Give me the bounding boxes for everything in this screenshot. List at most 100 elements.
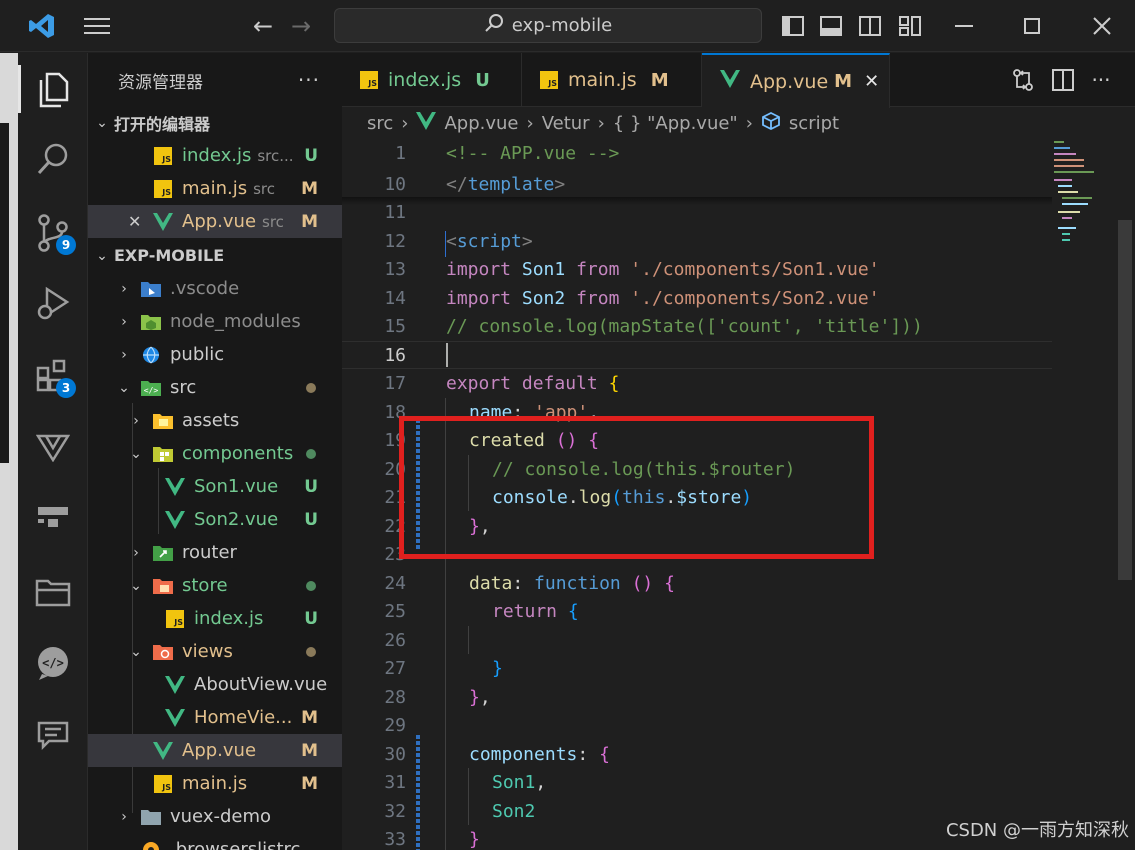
toggle-panel-icon[interactable] bbox=[819, 14, 843, 38]
split-editor-icon[interactable] bbox=[1050, 67, 1076, 93]
open-editor-item-active[interactable]: ✕ App.vue src M bbox=[88, 205, 342, 238]
vue-file-icon bbox=[720, 70, 740, 93]
back-arrow-icon[interactable]: ← bbox=[248, 12, 278, 40]
extensions-badge: 3 bbox=[56, 378, 76, 398]
close-editor-icon[interactable]: ✕ bbox=[128, 212, 146, 231]
code-line: 31 Son1, bbox=[384, 771, 547, 793]
chevron-right-icon: › bbox=[121, 346, 127, 363]
dirty-diff-gutter bbox=[416, 735, 420, 850]
tree-folder[interactable]: › assets bbox=[88, 404, 342, 437]
chevron-down-icon: ⌄ bbox=[96, 247, 108, 264]
indent-guide bbox=[445, 231, 446, 257]
vuex-devtools-icon[interactable] bbox=[18, 419, 88, 475]
toggle-secondary-sidebar-icon[interactable] bbox=[858, 14, 882, 38]
forward-arrow-icon[interactable]: → bbox=[286, 12, 316, 40]
maximize-icon[interactable] bbox=[1018, 14, 1046, 38]
editor-tabs: JS index.js U JS main.js M App.vue M ✕ ·… bbox=[342, 53, 1135, 108]
tree-folder[interactable]: ⌄ store bbox=[88, 569, 342, 602]
vue-file-icon bbox=[152, 740, 174, 762]
svg-text:</>: </> bbox=[144, 386, 159, 395]
chevron-right-icon: › bbox=[133, 544, 139, 561]
modified-dot bbox=[306, 646, 316, 657]
tree-file[interactable]: JS index.js U bbox=[88, 602, 342, 635]
command-center-search[interactable]: exp-mobile bbox=[334, 8, 762, 43]
tab-main-js[interactable]: JS main.js M bbox=[522, 53, 702, 107]
more-actions-icon[interactable]: ··· bbox=[298, 68, 320, 92]
chevron-right-icon: › bbox=[121, 313, 127, 330]
run-debug-icon[interactable] bbox=[18, 275, 88, 331]
chevron-right-icon: › bbox=[745, 112, 753, 134]
tab-index-js[interactable]: JS index.js U bbox=[342, 53, 522, 107]
js-file-icon: JS bbox=[540, 71, 558, 89]
code-line: 10 </template> bbox=[384, 173, 566, 195]
open-editor-item[interactable]: JS main.js src M bbox=[88, 172, 342, 205]
vue-file-icon bbox=[416, 111, 437, 135]
js-file-icon: JS bbox=[152, 178, 174, 200]
breadcrumb-vetur[interactable]: Vetur bbox=[542, 113, 590, 134]
views-folder-icon bbox=[152, 641, 174, 663]
code-line: 29 bbox=[384, 714, 406, 736]
scrollbar-thumb[interactable] bbox=[1118, 220, 1132, 580]
tree-file[interactable]: HomeVie... M bbox=[88, 701, 342, 734]
tree-folder[interactable]: › router bbox=[88, 536, 342, 569]
toggle-sidebar-icon[interactable] bbox=[781, 14, 805, 38]
breadcrumb-src[interactable]: src bbox=[367, 113, 393, 134]
extensions-icon[interactable]: 3 bbox=[18, 348, 88, 404]
close-tab-icon[interactable]: ✕ bbox=[864, 71, 879, 92]
tree-file[interactable]: JS main.js M bbox=[88, 767, 342, 800]
tree-file[interactable]: Son2.vue U bbox=[88, 503, 342, 536]
assets-folder-icon bbox=[152, 410, 174, 432]
vue-file-icon bbox=[164, 707, 186, 729]
search-view-icon[interactable] bbox=[18, 131, 88, 187]
node-folder-icon bbox=[140, 311, 162, 333]
code-line: 30 components: { bbox=[384, 743, 610, 765]
chevron-right-icon: › bbox=[133, 412, 139, 429]
js-file-icon: JS bbox=[164, 608, 186, 630]
remote-explorer-icon[interactable] bbox=[18, 489, 88, 545]
chevron-down-icon: ⌄ bbox=[130, 577, 142, 594]
src-folder-icon: </> bbox=[140, 377, 162, 399]
breadcrumb-script[interactable]: script bbox=[789, 113, 839, 134]
chevron-down-icon: ⌄ bbox=[130, 643, 142, 660]
open-editors-header[interactable]: ⌄ 打开的编辑器 bbox=[88, 106, 342, 139]
chevron-right-icon: › bbox=[401, 112, 409, 134]
breadcrumb-module[interactable]: { } "App.vue" bbox=[613, 113, 738, 134]
code-line: 17 export default { bbox=[384, 372, 620, 394]
tree-file[interactable]: Son1.vue U bbox=[88, 470, 342, 503]
explorer-title: 资源管理器 bbox=[118, 72, 203, 93]
search-icon bbox=[484, 13, 504, 38]
customize-layout-icon[interactable] bbox=[898, 14, 922, 38]
code-line: 28}, bbox=[384, 686, 491, 708]
open-editor-item[interactable]: JS index.js src... U bbox=[88, 139, 342, 172]
tree-file[interactable]: AboutView.vue bbox=[88, 668, 342, 701]
tree-file-selected[interactable]: App.vue M bbox=[88, 734, 342, 767]
comments-icon[interactable] bbox=[18, 708, 88, 764]
tab-app-vue[interactable]: App.vue M ✕ bbox=[702, 53, 890, 108]
tree-folder[interactable]: ⌄ components bbox=[88, 437, 342, 470]
project-header[interactable]: ⌄ EXP-MOBILE bbox=[88, 239, 342, 272]
project-manager-icon[interactable] bbox=[18, 563, 88, 619]
svg-text:</>: </> bbox=[42, 656, 64, 670]
more-actions-icon[interactable]: ··· bbox=[1088, 67, 1114, 93]
vue-file-icon bbox=[164, 476, 186, 498]
tree-folder[interactable]: ⌄ </> src bbox=[88, 371, 342, 404]
live-share-chat-icon[interactable]: </> bbox=[18, 635, 88, 691]
folder-icon bbox=[140, 806, 162, 828]
open-changes-icon[interactable] bbox=[1010, 67, 1036, 93]
tree-file[interactable]: .browserslistrc bbox=[88, 833, 342, 850]
tree-folder[interactable]: › vuex-demo bbox=[88, 800, 342, 833]
source-control-icon[interactable]: 9 bbox=[18, 205, 88, 261]
breadcrumb-file[interactable]: App.vue bbox=[444, 113, 518, 134]
menu-icon[interactable] bbox=[82, 12, 112, 40]
tree-folder[interactable]: › node_modules bbox=[88, 305, 342, 338]
explorer-icon[interactable] bbox=[18, 61, 88, 117]
tree-folder[interactable]: › public bbox=[88, 338, 342, 371]
minimize-icon[interactable] bbox=[950, 14, 978, 38]
chevron-down-icon: ⌄ bbox=[118, 379, 130, 396]
tree-folder[interactable]: ⌄ views bbox=[88, 635, 342, 668]
minimap[interactable] bbox=[1052, 139, 1118, 850]
tree-folder[interactable]: › .vscode bbox=[88, 272, 342, 305]
code-line: 25 return { bbox=[384, 600, 579, 622]
close-window-icon[interactable] bbox=[1088, 14, 1116, 38]
components-folder-icon bbox=[152, 443, 174, 465]
